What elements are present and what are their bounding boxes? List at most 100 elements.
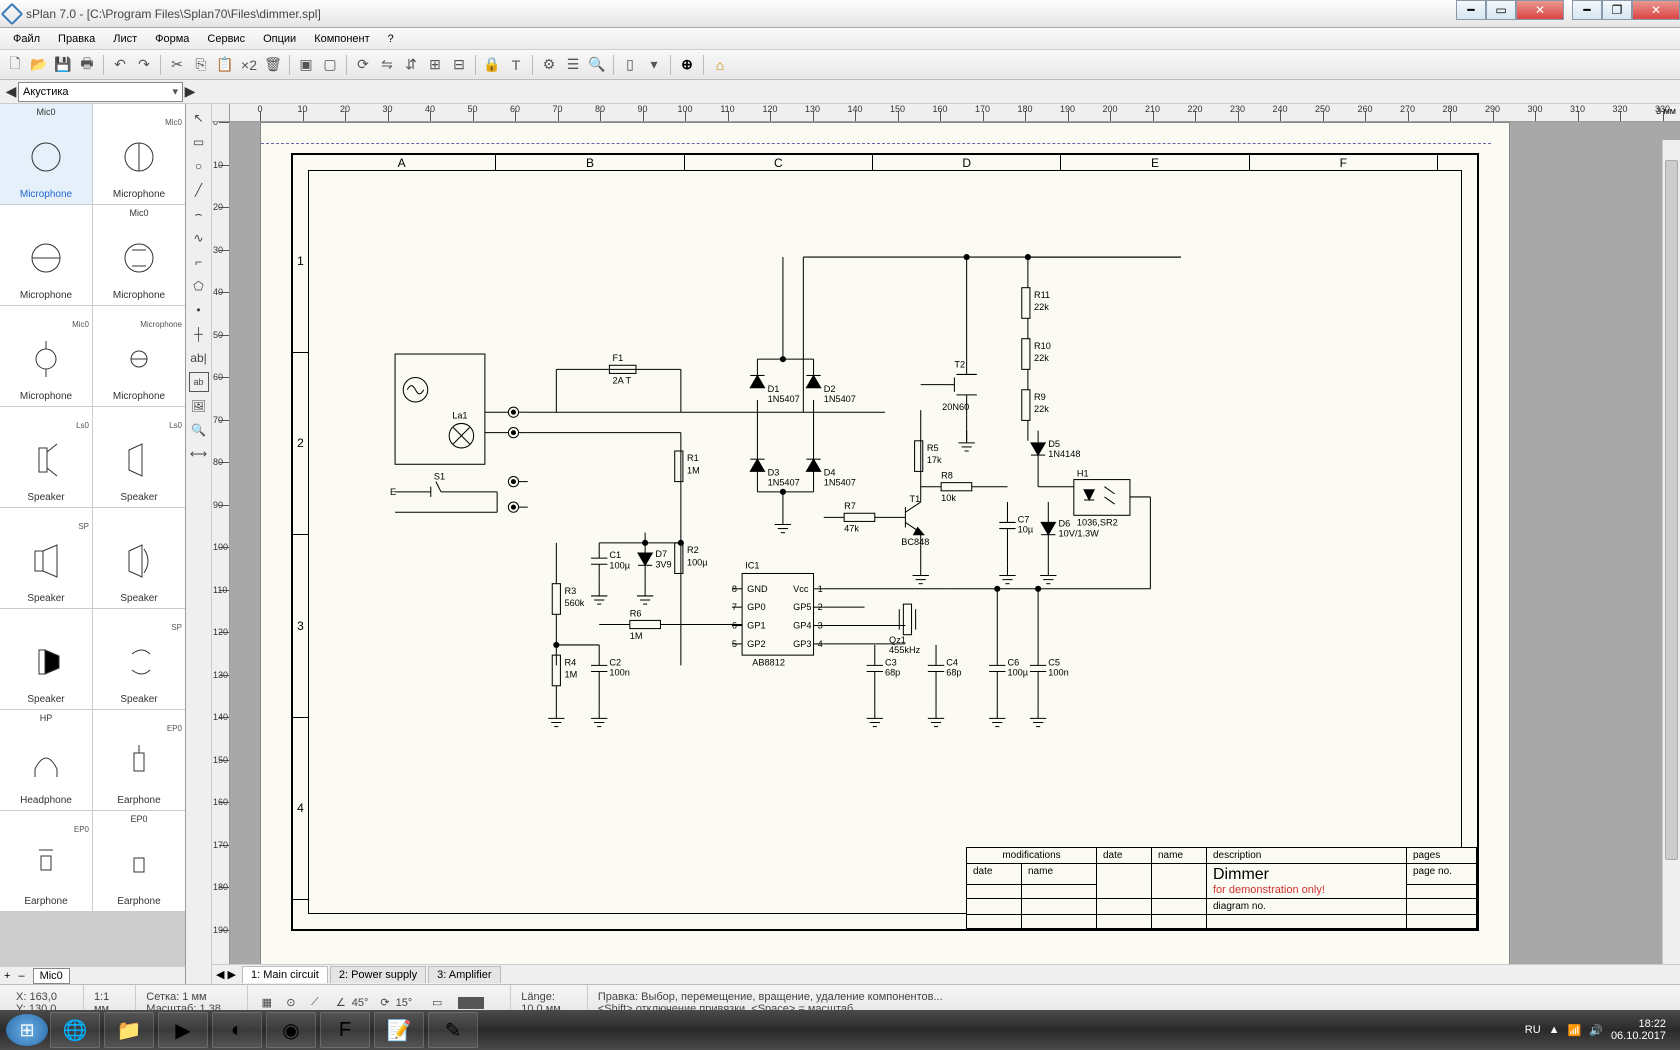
task-app3-icon[interactable]: 📝 xyxy=(374,1012,424,1048)
menu-form[interactable]: Форма xyxy=(146,30,198,48)
library-item[interactable]: Microphone xyxy=(0,205,92,305)
open-icon[interactable]: 📂 xyxy=(28,54,50,76)
menu-service[interactable]: Сервис xyxy=(198,30,254,48)
page-tab-3[interactable]: 3: Amplifier xyxy=(428,966,500,983)
library-item[interactable]: EP0Earphone xyxy=(93,710,185,810)
library-item[interactable]: SPSpeaker xyxy=(0,508,92,608)
redo-icon[interactable]: ↷ xyxy=(133,54,155,76)
new-icon[interactable]: 🗋 xyxy=(4,54,26,76)
start-button[interactable]: ⊞ xyxy=(6,1014,48,1046)
viewport[interactable]: ABCDEF 1234 La1S1EF12A TD11N5407D21N5407… xyxy=(230,122,1680,964)
library-item[interactable]: HPHeadphone xyxy=(0,710,92,810)
ungroup-icon[interactable]: ⊟ xyxy=(448,54,470,76)
close-button[interactable]: ✕ xyxy=(1516,0,1564,20)
menu-help[interactable]: ? xyxy=(379,30,403,48)
delete-icon[interactable]: 🗑 xyxy=(262,54,284,76)
menu-component[interactable]: Компонент xyxy=(305,30,378,48)
find-icon[interactable]: 🔍 xyxy=(586,54,608,76)
library-item[interactable]: EP0Earphone xyxy=(0,811,92,911)
maximize-button[interactable]: ▭ xyxy=(1486,0,1516,20)
tray-net-icon[interactable]: 📶 xyxy=(1568,1024,1582,1037)
task-player-icon[interactable]: ▶ xyxy=(158,1012,208,1048)
snap-point-icon[interactable]: ⊙ xyxy=(282,994,300,1012)
cut-icon[interactable]: ✂ xyxy=(166,54,188,76)
scrollbar-vertical[interactable] xyxy=(1662,140,1680,964)
library-item[interactable]: Ls0Speaker xyxy=(93,407,185,507)
task-explorer-icon[interactable]: 📁 xyxy=(104,1012,154,1048)
rotate-icon[interactable]: ⟳ xyxy=(352,54,374,76)
library-item[interactable]: Mic0Microphone xyxy=(93,205,185,305)
home-icon[interactable]: ⌂ xyxy=(709,54,731,76)
category-next[interactable]: ▶ xyxy=(183,83,197,101)
category-select[interactable]: Акустика xyxy=(18,82,183,102)
front-icon[interactable]: ▣ xyxy=(295,54,317,76)
lib-remove[interactable]: – xyxy=(18,970,24,982)
mirror-h-icon[interactable]: ⇋ xyxy=(376,54,398,76)
minimize-button[interactable]: ━ xyxy=(1456,0,1486,20)
rubber-icon[interactable]: ▭ xyxy=(428,994,446,1012)
page-tab-1[interactable]: 1: Main circuit xyxy=(242,966,328,983)
circle-tool-icon[interactable]: ○ xyxy=(189,156,209,176)
zoom-fit-icon[interactable]: ⊕ xyxy=(676,54,698,76)
group-icon[interactable]: ⊞ xyxy=(424,54,446,76)
copy-icon[interactable]: ⎘ xyxy=(190,54,212,76)
library-item[interactable]: MicrophoneMicrophone xyxy=(93,306,185,406)
back-icon[interactable]: ▢ xyxy=(319,54,341,76)
mdi-minimize-button[interactable]: ━ xyxy=(1572,0,1602,20)
tray-vol-icon[interactable]: 🔊 xyxy=(1589,1024,1603,1037)
lib-add[interactable]: + xyxy=(4,970,10,982)
polyline-tool-icon[interactable]: ⌐ xyxy=(189,252,209,272)
library-item[interactable]: Mic0Microphone xyxy=(0,306,92,406)
list-icon[interactable]: ☰ xyxy=(562,54,584,76)
library-item[interactable]: Mic0Microphone xyxy=(93,104,185,204)
mdi-close-button[interactable]: ✕ xyxy=(1632,0,1680,20)
duplicate-icon[interactable]: ×2 xyxy=(238,54,260,76)
line-tool-icon[interactable]: ╱ xyxy=(189,180,209,200)
page-tab-2[interactable]: 2: Power supply xyxy=(330,966,426,983)
polygon-tool-icon[interactable]: ⬠ xyxy=(189,276,209,296)
zoom-tool-icon[interactable]: 🔍 xyxy=(189,420,209,440)
dot-tool-icon[interactable]: • xyxy=(189,300,209,320)
page-icon[interactable]: ▯ xyxy=(619,54,641,76)
menu-sheet[interactable]: Лист xyxy=(104,30,146,48)
menu-file[interactable]: Файл xyxy=(4,30,49,48)
image-tool-icon[interactable]: 🖼 xyxy=(189,396,209,416)
snap-line-icon[interactable]: ⟋ xyxy=(306,994,324,1012)
measure-tool-icon[interactable]: ⟷ xyxy=(189,444,209,464)
menu-options[interactable]: Опции xyxy=(254,30,305,48)
print-icon[interactable]: 🖶 xyxy=(76,54,98,76)
tray-lang[interactable]: RU xyxy=(1525,1024,1541,1036)
library-item[interactable]: Ls0Speaker xyxy=(0,407,92,507)
mirror-v-icon[interactable]: ⇵ xyxy=(400,54,422,76)
library-item[interactable]: Speaker xyxy=(0,609,92,709)
junction-tool-icon[interactable]: ┼ xyxy=(189,324,209,344)
rect-tool-icon[interactable]: ▭ xyxy=(189,132,209,152)
text-icon[interactable]: T xyxy=(505,54,527,76)
task-chrome-icon[interactable]: ◐ xyxy=(212,1012,262,1048)
linewidth-icon[interactable] xyxy=(458,997,484,1009)
library-item[interactable]: SPSpeaker xyxy=(93,609,185,709)
task-splan-icon[interactable]: ✎ xyxy=(428,1012,478,1048)
library-item[interactable]: EP0Earphone xyxy=(93,811,185,911)
library-item[interactable]: Mic0Microphone xyxy=(0,104,92,204)
task-ie-icon[interactable]: 🌐 xyxy=(50,1012,100,1048)
component-icon[interactable]: ⚙ xyxy=(538,54,560,76)
paste-icon[interactable]: 📋 xyxy=(214,54,236,76)
task-app2-icon[interactable]: F xyxy=(320,1012,370,1048)
label-tool-icon[interactable]: ab xyxy=(189,372,209,392)
arc-tool-icon[interactable]: ⌢ xyxy=(189,204,209,224)
menu-edit[interactable]: Правка xyxy=(49,30,104,48)
mdi-restore-button[interactable]: ❐ xyxy=(1602,0,1632,20)
bezier-tool-icon[interactable]: ∿ xyxy=(189,228,209,248)
library-item[interactable]: Speaker xyxy=(93,508,185,608)
task-app1-icon[interactable]: ◉ xyxy=(266,1012,316,1048)
snap-grid-icon[interactable]: ▦ xyxy=(258,994,276,1012)
lock-icon[interactable]: 🔒 xyxy=(481,54,503,76)
select-tool-icon[interactable]: ↖ xyxy=(189,108,209,128)
category-prev[interactable]: ◀ xyxy=(4,83,18,101)
text-tool-icon[interactable]: ab| xyxy=(189,348,209,368)
save-icon[interactable]: 💾 xyxy=(52,54,74,76)
tray-flag-icon[interactable]: ▲ xyxy=(1549,1024,1560,1036)
undo-icon[interactable]: ↶ xyxy=(109,54,131,76)
dropdown-icon[interactable]: ▾ xyxy=(643,54,665,76)
